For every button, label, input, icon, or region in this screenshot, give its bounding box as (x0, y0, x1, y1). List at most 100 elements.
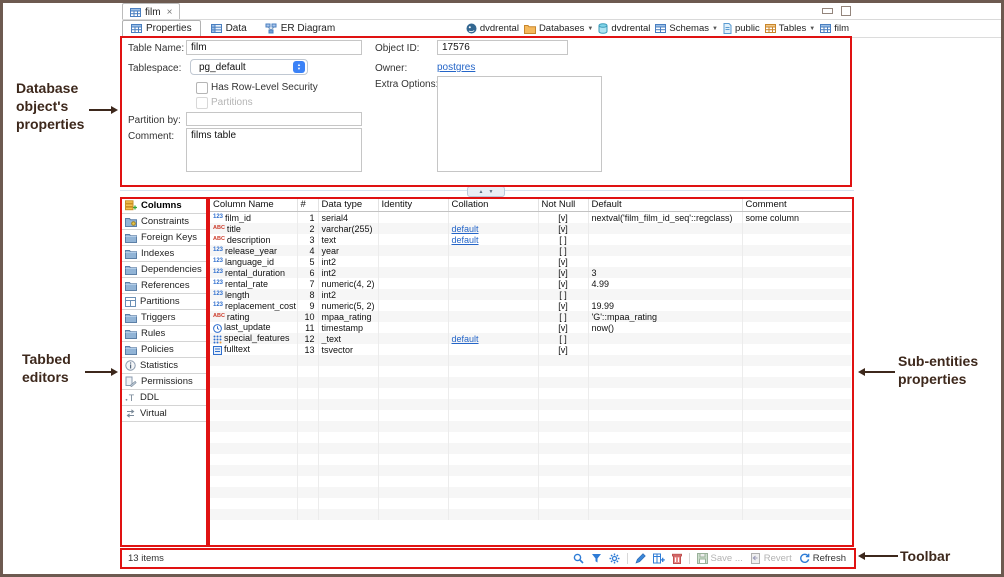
cell-comment[interactable]: some column (742, 212, 851, 224)
cell-column-name[interactable]: 123replacement_cost (210, 300, 297, 311)
cell-collation[interactable] (448, 267, 538, 278)
cell-not-null[interactable]: [ ] (538, 311, 588, 322)
sidebar-item-policies[interactable]: Policies (122, 342, 206, 358)
cell-default[interactable] (588, 344, 742, 355)
cell-data-type[interactable]: serial4 (318, 212, 378, 224)
collapse-down-icon[interactable]: ▼ (489, 189, 494, 195)
extra-options-box[interactable] (437, 76, 602, 172)
edit-button[interactable] (635, 553, 646, 564)
cell-default[interactable]: nextval('film_film_id_seq'::regclass) (588, 212, 742, 224)
cell-data-type[interactable]: numeric(4, 2) (318, 278, 378, 289)
cell-data-type[interactable]: mpaa_rating (318, 311, 378, 322)
cell-comment[interactable] (742, 278, 851, 289)
column-header-not-null[interactable]: Not Null (538, 198, 588, 212)
cell-comment[interactable] (742, 333, 851, 344)
cell-data-type[interactable]: timestamp (318, 322, 378, 333)
collation-default-link[interactable]: default (452, 334, 479, 344)
cell-identity[interactable] (378, 267, 448, 278)
cell-collation[interactable]: default (448, 223, 538, 234)
cell-default[interactable] (588, 245, 742, 256)
table-name-input[interactable] (186, 40, 362, 55)
add-column-button[interactable] (653, 553, 665, 564)
cell-comment[interactable] (742, 256, 851, 267)
partitions-checkbox[interactable] (196, 97, 208, 109)
cell-collation[interactable] (448, 300, 538, 311)
cell-collation[interactable] (448, 212, 538, 224)
cell-not-null[interactable]: [v] (538, 267, 588, 278)
cell-column-name[interactable]: 123release_year (210, 245, 297, 256)
comment-textarea[interactable]: films table (186, 128, 362, 172)
cell-not-null[interactable]: [ ] (538, 245, 588, 256)
settings-button[interactable] (609, 553, 620, 564)
cell-not-null[interactable]: [v] (538, 344, 588, 355)
cell-collation[interactable] (448, 289, 538, 300)
cell-comment[interactable] (742, 322, 851, 333)
cell-collation[interactable] (448, 311, 538, 322)
table-row[interactable]: special_features12_textdefault[ ] (210, 333, 851, 344)
cell-data-type[interactable]: int2 (318, 289, 378, 300)
cell-default[interactable]: now() (588, 322, 742, 333)
cell-not-null[interactable]: [v] (538, 223, 588, 234)
cell-default[interactable]: 3 (588, 267, 742, 278)
cell-default[interactable]: 19.99 (588, 300, 742, 311)
cell-collation[interactable]: default (448, 333, 538, 344)
close-icon[interactable]: × (167, 7, 173, 18)
editor-tab-film[interactable]: film × (122, 3, 180, 20)
table-row[interactable]: 123film_id1serial4[v]nextval('film_film_… (210, 212, 851, 224)
cell-identity[interactable] (378, 212, 448, 224)
tab-properties[interactable]: Properties (122, 20, 201, 38)
search-button[interactable] (573, 553, 584, 564)
has-rls-checkbox[interactable] (196, 82, 208, 94)
column-header--[interactable]: # (297, 198, 318, 212)
cell-identity[interactable] (378, 256, 448, 267)
cell-identity[interactable] (378, 245, 448, 256)
cell-data-type[interactable]: numeric(5, 2) (318, 300, 378, 311)
cell-not-null[interactable]: [v] (538, 212, 588, 224)
splitter-collapse-control[interactable]: ▲▼ (467, 186, 505, 197)
cell-column-name[interactable]: special_features (210, 333, 297, 344)
cell-data-type[interactable]: year (318, 245, 378, 256)
sidebar-item-partitions[interactable]: Partitions (122, 294, 206, 310)
chevron-down-icon[interactable]: ▼ (712, 26, 718, 32)
table-row[interactable]: 123release_year4year[ ] (210, 245, 851, 256)
cell-not-null[interactable]: [ ] (538, 289, 588, 300)
sidebar-item-triggers[interactable]: Triggers (122, 310, 206, 326)
tablespace-select[interactable]: pg_default ▲▼ (190, 59, 308, 75)
cell-comment[interactable] (742, 267, 851, 278)
table-row[interactable]: 123language_id5int2[v] (210, 256, 851, 267)
cell-collation[interactable]: default (448, 234, 538, 245)
cell-collation[interactable] (448, 322, 538, 333)
column-header-comment[interactable]: Comment (742, 198, 851, 212)
cell-data-type[interactable]: text (318, 234, 378, 245)
table-row[interactable]: 123replacement_cost9numeric(5, 2)[v]19.9… (210, 300, 851, 311)
cell-not-null[interactable]: [ ] (538, 234, 588, 245)
sidebar-item-ddl[interactable]: TDDL (122, 390, 206, 406)
cell-identity[interactable] (378, 333, 448, 344)
column-header-default[interactable]: Default (588, 198, 742, 212)
minimize-icon[interactable] (822, 8, 833, 14)
cell-collation[interactable] (448, 344, 538, 355)
breadcrumb-public[interactable]: public (723, 23, 760, 34)
partition-by-input[interactable] (186, 112, 362, 126)
sidebar-item-indexes[interactable]: Indexes (122, 246, 206, 262)
table-row[interactable]: fulltext13tsvector[v] (210, 344, 851, 355)
cell-not-null[interactable]: [v] (538, 278, 588, 289)
cell-data-type[interactable]: int2 (318, 267, 378, 278)
cell-column-name[interactable]: ABCrating (210, 311, 297, 322)
cell-comment[interactable] (742, 223, 851, 234)
breadcrumb-schemas[interactable]: Schemas▼ (655, 23, 718, 34)
cell-comment[interactable] (742, 289, 851, 300)
breadcrumb-dvdrental[interactable]: dvdrental (598, 23, 650, 34)
cell-identity[interactable] (378, 223, 448, 234)
cell-data-type[interactable]: int2 (318, 256, 378, 267)
cell-data-type[interactable]: tsvector (318, 344, 378, 355)
column-header-data-type[interactable]: Data type (318, 198, 378, 212)
cell-identity[interactable] (378, 234, 448, 245)
cell-default[interactable] (588, 223, 742, 234)
table-row[interactable]: ABCdescription3textdefault[ ] (210, 234, 851, 245)
cell-column-name[interactable]: last_update (210, 322, 297, 333)
cell-collation[interactable] (448, 245, 538, 256)
column-header-collation[interactable]: Collation (448, 198, 538, 212)
cell-collation[interactable] (448, 278, 538, 289)
breadcrumb-film[interactable]: film (820, 23, 849, 34)
